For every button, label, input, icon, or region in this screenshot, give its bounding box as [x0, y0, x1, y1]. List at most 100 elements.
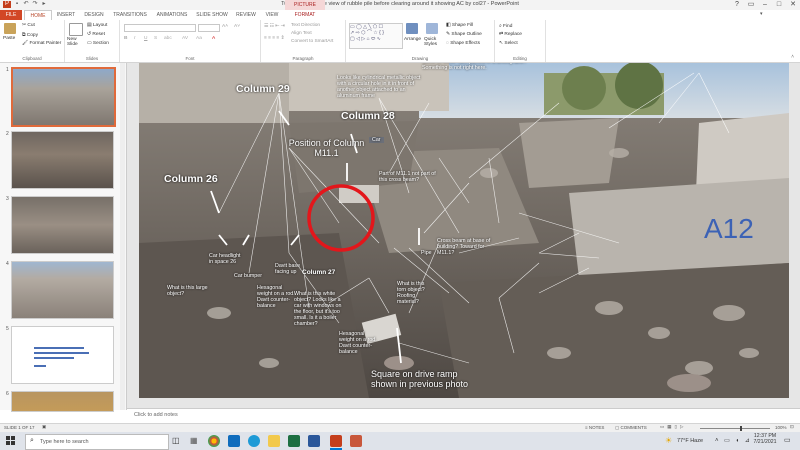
replace-button[interactable]: ⇄ Replace — [499, 32, 522, 37]
view-buttons[interactable]: ▭▦▯▷ — [660, 424, 686, 430]
bullets-icon[interactable]: ☰ ☷ ⇤ ⇥ — [264, 24, 285, 29]
select-button[interactable]: ↖ Select — [499, 41, 518, 46]
layout-button[interactable]: ▤ Layout — [87, 23, 107, 28]
cut-button[interactable]: ✂ Cut — [22, 23, 35, 28]
notes-icon: ≡ — [585, 425, 588, 430]
weather-icon[interactable]: ☀ — [665, 436, 672, 445]
grow-font-icon[interactable]: A˄ — [222, 24, 228, 29]
tab-transitions[interactable]: TRANSITIONS — [110, 10, 150, 20]
excel-icon[interactable] — [288, 435, 300, 447]
find-button[interactable]: ⌕ Find — [499, 23, 512, 29]
notes-placeholder[interactable]: Click to add notes — [134, 412, 178, 418]
clock[interactable]: 12:37 PM 7/21/2021 — [752, 433, 778, 445]
bold-icon[interactable]: B — [124, 36, 127, 41]
italic-icon[interactable]: I — [134, 36, 135, 41]
pen-icon: ✎ — [446, 32, 451, 37]
editing-group-label: Editing — [513, 56, 527, 61]
powerpoint-taskbar-icon[interactable] — [330, 435, 342, 447]
shrink-font-icon[interactable]: A˅ — [234, 24, 240, 29]
tab-view[interactable]: VIEW — [262, 10, 282, 20]
shape-outline-button[interactable]: ✎ Shape Outline — [446, 32, 482, 37]
spell-check-icon[interactable]: ▣ — [42, 424, 46, 430]
align-icons[interactable]: ≡ ≡ ≡ ≡ ⇕ — [264, 36, 285, 41]
zoom-level[interactable]: 100% — [775, 425, 787, 430]
font-color-icon[interactable]: A — [212, 36, 215, 41]
collapse-ribbon-icon[interactable]: ˄ — [791, 54, 794, 60]
zoom-slider[interactable] — [700, 428, 770, 429]
notes-toggle[interactable]: ≡ NOTES — [585, 425, 604, 430]
format-painter-button[interactable]: 🖌 Format Painter — [22, 41, 61, 46]
windows-taskbar: ⌕ Type here to search ◫ ▦ ☀ 77°F Haze ˄ … — [0, 432, 800, 450]
new-slide-button[interactable]: New Slide — [67, 37, 85, 47]
text-direction-button[interactable]: Text Direction — [291, 23, 320, 28]
fit-slide-icon[interactable]: ⊡ — [790, 424, 794, 430]
section-button[interactable]: ▭ Section — [87, 41, 109, 46]
powerpoint-taskbar-icon-2[interactable] — [350, 435, 362, 447]
task-view-icon[interactable]: ◫ — [172, 436, 180, 445]
widgets-icon[interactable]: ▦ — [190, 436, 198, 445]
notifications-icon[interactable]: ▭ — [784, 436, 791, 444]
quick-styles-button[interactable]: Quick Styles — [424, 37, 442, 47]
tab-slide-show[interactable]: SLIDE SHOW — [194, 10, 230, 20]
editing-group: ⌕ Find ⇄ Replace ↖ Select Editing — [495, 20, 546, 62]
help-icon[interactable]: ? — [730, 0, 744, 10]
tab-animations[interactable]: ANIMATIONS — [152, 10, 192, 20]
outlook-icon[interactable] — [228, 435, 240, 447]
new-slide-icon[interactable] — [69, 23, 83, 36]
align-text-button[interactable]: Align Text — [291, 31, 312, 36]
system-tray-icons[interactable]: ˄ ▭ ◖ ⊿ — [715, 437, 752, 444]
shadow-icon[interactable]: S — [154, 36, 157, 41]
tab-format[interactable]: FORMAT — [288, 10, 322, 20]
shape-fill-label: Shape Fill — [451, 23, 474, 28]
font-name-field[interactable] — [124, 24, 196, 32]
character-spacing-icon[interactable]: AV — [182, 36, 188, 41]
section-label: Section — [92, 41, 109, 46]
paste-button[interactable]: Paste — [3, 36, 15, 41]
tab-review[interactable]: REVIEW — [232, 10, 260, 20]
shape-effects-button[interactable]: ◌ Shape Effects — [446, 41, 480, 46]
edge-icon[interactable] — [248, 435, 260, 447]
weather-text[interactable]: 77°F Haze — [677, 438, 703, 444]
copy-button[interactable]: ⧉ Copy — [22, 32, 38, 38]
minimize-button[interactable]: – — [758, 0, 772, 10]
notes-pane[interactable]: Click to add notes — [127, 408, 800, 423]
brush-icon: 🖌 — [22, 41, 29, 46]
shapes-gallery[interactable]: ▭ ◯ △ ╲ ⬠ ☐ ↗ ⇨ ⬡ ⌒ ☆ { } ▢ ◁ ▷ ⌂ ⬭ ∿ — [349, 23, 403, 49]
convert-smartart-button[interactable]: Convert to SmartArt — [291, 39, 333, 44]
slide-thumbnail-2[interactable] — [11, 131, 114, 189]
zoom-slider-thumb[interactable] — [740, 426, 742, 431]
arrange-button[interactable]: Arrange — [404, 37, 421, 42]
comments-toggle[interactable]: ▢ COMMENTS — [615, 425, 647, 431]
tab-insert[interactable]: INSERT — [52, 10, 80, 20]
tab-file[interactable]: FILE — [0, 10, 22, 20]
paste-icon[interactable] — [4, 23, 16, 34]
maximize-button[interactable]: □ — [772, 0, 786, 10]
slide-thumbnail-3[interactable] — [11, 196, 114, 254]
clipboard-group-label: Clipboard — [22, 56, 42, 61]
underline-icon[interactable]: U — [144, 36, 147, 41]
sign-in-link[interactable]: ▾ — [760, 11, 763, 17]
quick-styles-icon[interactable] — [426, 23, 438, 34]
slide-thumbnail-1[interactable] — [11, 67, 116, 127]
thumbnails-scrollbar[interactable] — [120, 63, 125, 410]
slide-thumbnail-6[interactable] — [11, 391, 114, 412]
word-icon[interactable] — [308, 435, 320, 447]
slide-canvas[interactable]: A12 Column 29 Column 28 Position of Colu… — [139, 63, 789, 398]
tab-design[interactable]: DESIGN — [80, 10, 108, 20]
slide-thumbnail-5[interactable] — [11, 326, 114, 384]
reset-button[interactable]: ↺ Reset — [87, 32, 105, 37]
reset-icon: ↺ — [87, 32, 92, 37]
chrome-icon[interactable] — [208, 435, 220, 447]
slide-thumbnail-4[interactable] — [11, 261, 114, 319]
windows-start-icon[interactable] — [6, 436, 16, 446]
arrange-icon[interactable] — [406, 23, 418, 34]
font-size-field[interactable] — [198, 24, 220, 32]
strikethrough-icon[interactable]: abc — [164, 36, 172, 41]
close-button[interactable]: ✕ — [786, 0, 800, 10]
shape-fill-button[interactable]: ◧ Shape Fill — [446, 23, 473, 28]
taskbar-search-box[interactable]: ⌕ Type here to search — [25, 434, 169, 450]
file-explorer-icon[interactable] — [268, 435, 280, 447]
ribbon-display-options-icon[interactable]: ▭ — [744, 0, 758, 10]
note-white-object: What is this white object? Looks like a … — [294, 291, 342, 327]
change-case-icon[interactable]: Aa — [196, 36, 202, 41]
